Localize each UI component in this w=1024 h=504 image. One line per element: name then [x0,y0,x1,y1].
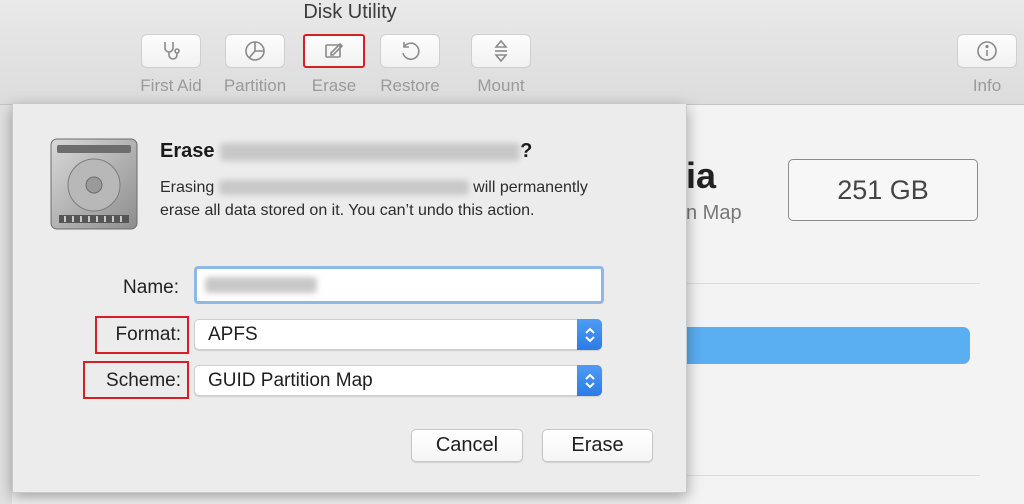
first-aid-label: First Aid [140,76,202,95]
divider [686,283,980,284]
erase-button[interactable]: Erase [294,34,374,96]
redacted-disk-name [220,142,521,161]
mount-label: Mount [477,76,525,95]
scheme-value: GUID Partition Map [208,370,373,391]
window-title: Disk Utility [303,1,397,23]
name-label: Name: [123,277,179,298]
erase-confirm-button[interactable]: Erase [542,429,653,462]
info-label: Info [972,76,1002,95]
capacity-badge: 251 GB [788,159,978,221]
first-aid-button[interactable]: First Aid [131,34,211,96]
format-label: Format: [115,324,181,345]
info-button[interactable]: Info [947,34,1024,96]
heading-suffix: ? [520,140,533,162]
pie-chart-icon [245,41,265,61]
name-input[interactable] [194,266,604,304]
mount-icon [494,39,508,63]
partition-label: Partition [223,76,287,95]
format-select[interactable]: APFS [194,319,602,350]
volume-title: ia [686,155,717,196]
usage-bar [686,327,970,364]
restore-label: Restore [380,76,440,95]
redacted-name-value [205,277,317,293]
toolbar: Disk Utility First Aid Partition Erase R… [0,0,1024,105]
dialog-heading: Erase ? [160,140,532,163]
redacted-disk-name [218,180,469,196]
scheme-select[interactable]: GUID Partition Map [194,365,602,396]
desc-prefix: Erasing [160,179,215,196]
desc-line2: erase all data stored on it. You can’t u… [160,202,535,219]
divider [686,475,980,476]
partition-button[interactable]: Partition [215,34,295,96]
format-value: APFS [208,324,258,345]
cancel-button[interactable]: Cancel [411,429,523,462]
dialog-description: Erasing will permanently erase all data … [160,176,660,222]
erase-label: Erase [311,76,357,95]
stethoscope-icon [164,42,180,60]
desc-suffix: will permanently [473,179,588,196]
info-icon [977,41,997,61]
hard-drive-icon [50,138,138,230]
erase-pencil-icon [325,42,344,58]
restore-button[interactable]: Restore [370,34,450,96]
sidebar-edge [0,105,12,504]
chevron-updown-icon [577,319,602,350]
scheme-label: Scheme: [106,370,181,391]
chevron-updown-icon [577,365,602,396]
volume-subtitle: n Map [686,202,742,224]
heading-prefix: Erase [160,140,215,162]
mount-button[interactable]: Mount [461,34,541,96]
restore-icon [402,42,420,60]
erase-dialog: Erase ? Erasing will permanently erase a… [12,104,687,493]
